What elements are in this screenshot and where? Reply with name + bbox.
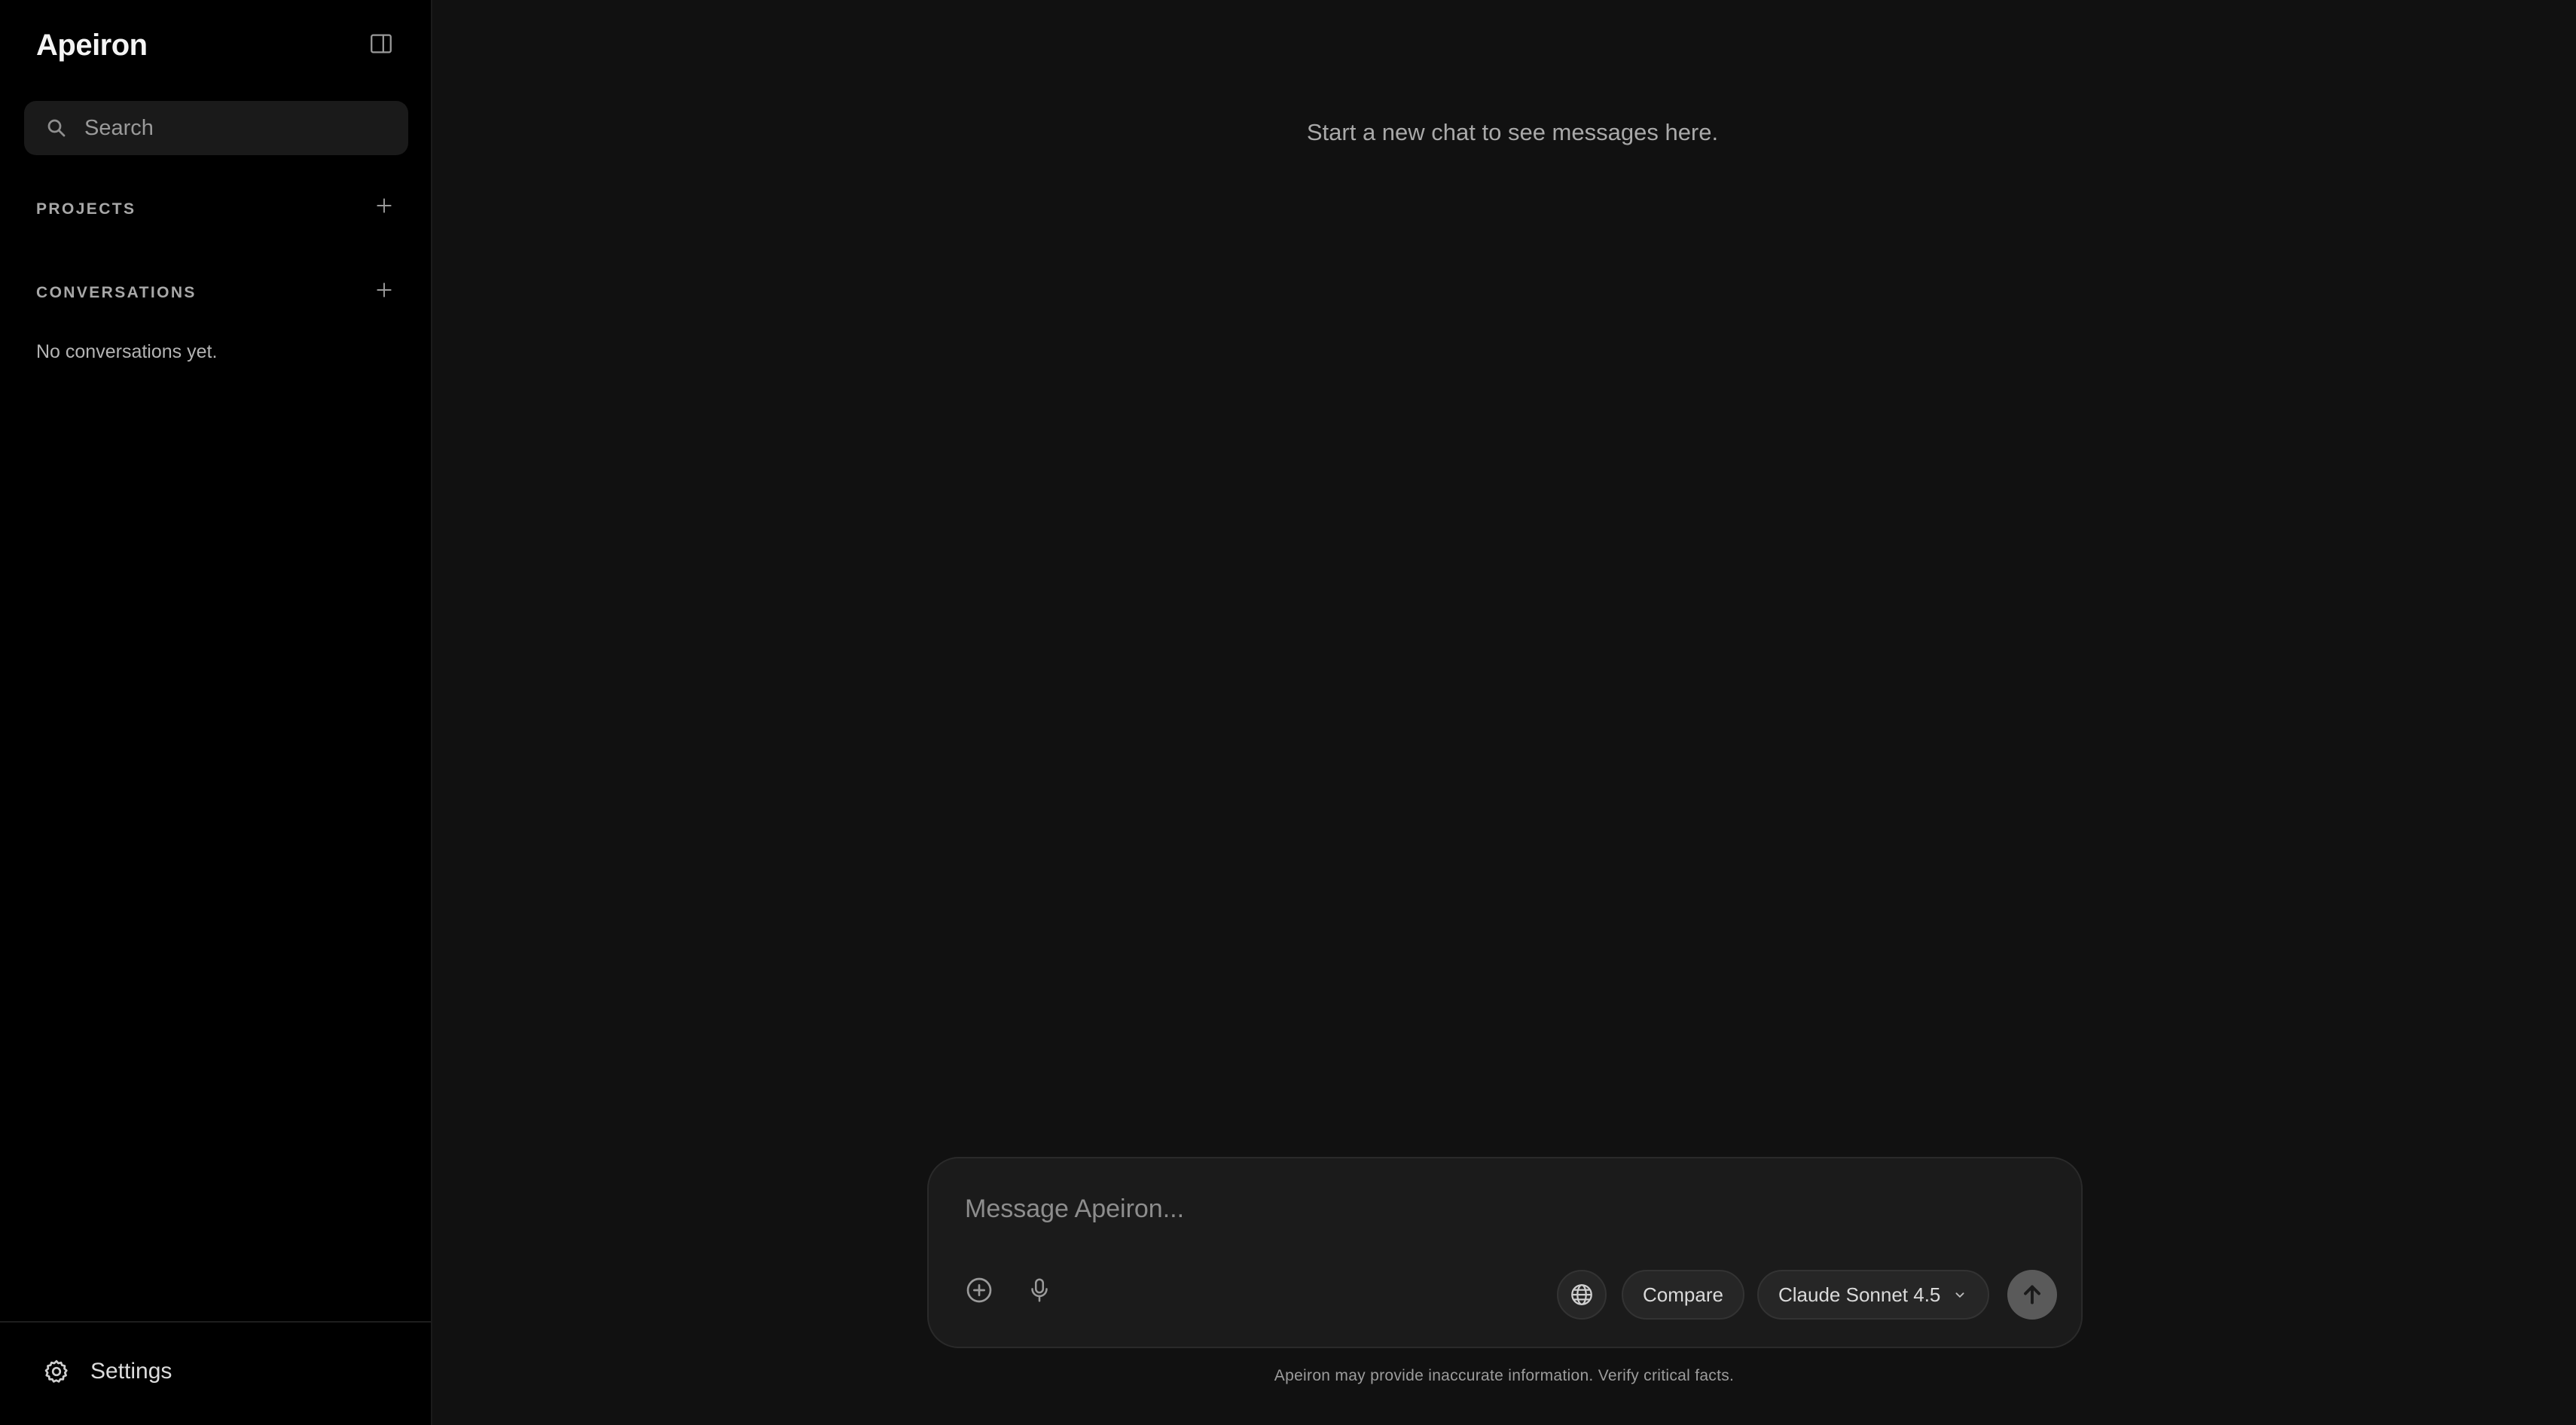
- send-button[interactable]: [2007, 1270, 2057, 1320]
- projects-section-label: PROJECTS: [36, 200, 136, 218]
- plus-icon: [377, 198, 392, 213]
- search-input[interactable]: [83, 114, 384, 142]
- main-panel: Start a new chat to see messages here. M…: [432, 0, 2576, 1425]
- globe-icon: [1571, 1284, 1592, 1305]
- arrow-up-icon: [2024, 1285, 2040, 1304]
- sidebar-toggle-button[interactable]: [368, 30, 395, 57]
- disclaimer-text: Apeiron may provide inaccurate informati…: [1274, 1367, 1735, 1384]
- message-input[interactable]: [963, 1193, 2033, 1238]
- empty-chat-message: Start a new chat to see messages here.: [1306, 119, 1719, 145]
- app-title: Apeiron: [36, 29, 148, 62]
- add-project-button[interactable]: [372, 194, 396, 218]
- sidebar: Apeiron PROJECTS CONVERSATIONS: [0, 0, 432, 1425]
- settings-button[interactable]: Settings: [42, 1357, 172, 1386]
- app-window: Apeiron PROJECTS CONVERSATIONS: [0, 0, 2576, 1425]
- add-conversation-button[interactable]: [372, 278, 396, 302]
- plus-icon: [377, 282, 392, 298]
- gear-icon: [42, 1357, 71, 1386]
- microphone-icon: [1031, 1278, 1048, 1302]
- settings-label: Settings: [90, 1359, 172, 1384]
- conversations-section-label: CONVERSATIONS: [36, 284, 197, 301]
- chevron-down-icon: [1955, 1292, 1964, 1298]
- sidebar-toggle-icon: [371, 34, 392, 53]
- plus-circle-icon: [966, 1277, 992, 1303]
- model-selector[interactable]: Claude Sonnet 4.5: [1757, 1270, 1989, 1320]
- sidebar-footer: Settings: [0, 1321, 431, 1425]
- message-composer: Compare Claude Sonnet 4.5: [927, 1157, 2083, 1348]
- compare-label: Compare: [1643, 1283, 1723, 1306]
- attach-button[interactable]: [962, 1273, 997, 1308]
- web-search-button[interactable]: [1557, 1270, 1607, 1320]
- compare-button[interactable]: Compare: [1622, 1270, 1744, 1320]
- voice-input-button[interactable]: [1022, 1273, 1057, 1308]
- model-label: Claude Sonnet 4.5: [1778, 1283, 1941, 1306]
- conversations-empty-text: No conversations yet.: [36, 341, 218, 362]
- search-box[interactable]: [24, 101, 408, 155]
- search-icon: [44, 115, 69, 141]
